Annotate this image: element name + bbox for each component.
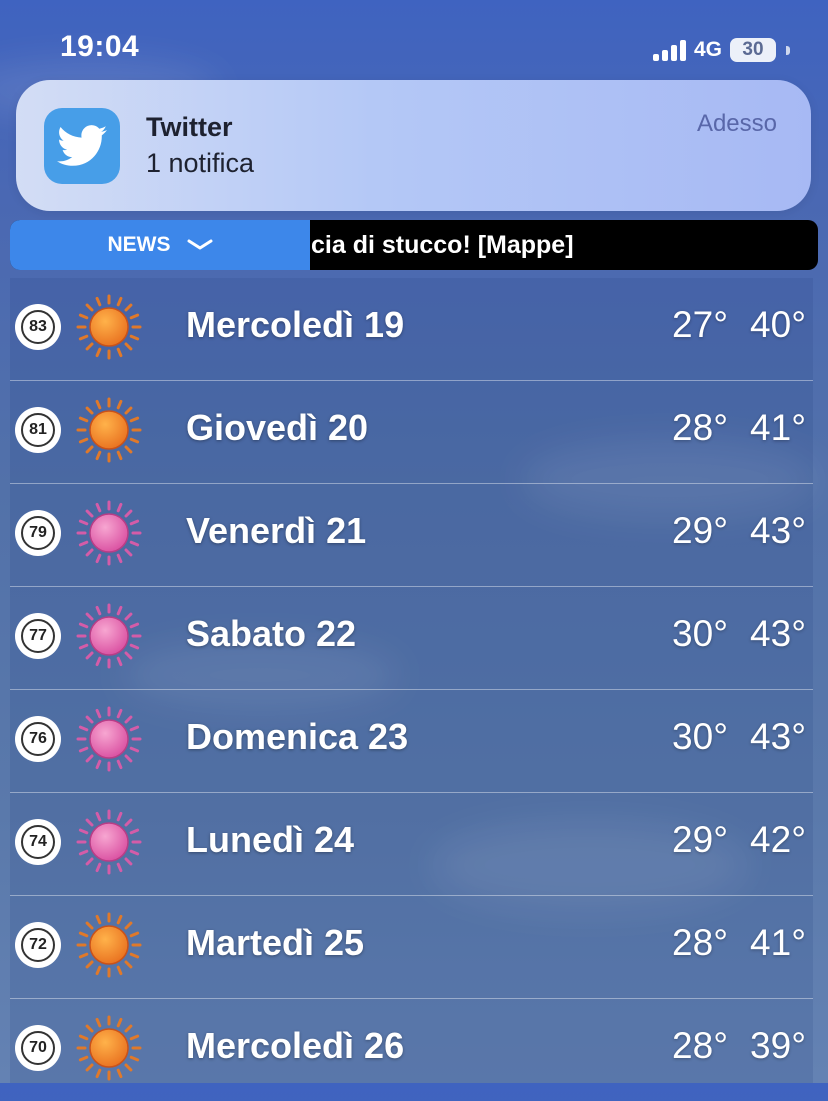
temp-low: 27° [672, 304, 728, 345]
uv-index-badge: 81 [15, 407, 61, 453]
forecast-temperatures: 28° 39° [650, 1025, 806, 1067]
sun-orange-icon [76, 1015, 142, 1081]
chevron-down-icon [187, 239, 212, 250]
battery-level: 30 [742, 39, 764, 60]
uv-index-badge: 77 [15, 613, 61, 659]
status-indicators: 4G 30 [652, 36, 790, 64]
uv-index-value: 77 [21, 619, 55, 653]
forecast-row[interactable]: 83 Mercoledì 19 27° 40° [10, 278, 813, 381]
temp-low: 29° [672, 819, 728, 860]
forecast-row[interactable]: 79 Venerdì 21 29° 43° [10, 484, 813, 587]
forecast-day: Venerdì 21 [186, 510, 367, 551]
notification-body: 1 notifica [146, 148, 255, 178]
status-time: 19:04 [60, 30, 140, 63]
temp-high: 42° [750, 819, 806, 860]
temp-high: 41° [750, 407, 806, 448]
temp-low: 30° [672, 613, 728, 654]
sun-pink-icon [76, 706, 142, 772]
forecast-day: Domenica 23 [186, 716, 409, 757]
forecast-temperatures: 29° 42° [650, 819, 806, 861]
temp-low: 30° [672, 716, 728, 757]
forecast-temperatures: 27° 40° [650, 304, 806, 346]
forecast-day: Martedì 25 [186, 922, 365, 963]
twitter-bird-icon [57, 125, 107, 166]
sun-pink-icon [76, 809, 142, 875]
uv-index-value: 70 [21, 1031, 55, 1065]
forecast-day: Mercoledì 19 [186, 304, 405, 345]
forecast-row[interactable]: 74 Lunedì 24 29° 42° [10, 793, 813, 896]
network-type: 4G [693, 38, 722, 61]
sun-orange-icon [76, 294, 142, 360]
uv-index-badge: 70 [15, 1025, 61, 1071]
forecast-day: Lunedì 24 [186, 819, 355, 860]
temp-high: 40° [750, 304, 806, 345]
twitter-app-icon [44, 108, 120, 184]
forecast-day: Giovedì 20 [186, 407, 369, 448]
temp-low: 28° [672, 407, 728, 448]
temp-low: 28° [672, 1025, 728, 1066]
sun-orange-icon [76, 397, 142, 463]
notification-banner[interactable]: Twitter 1 notifica Adesso [16, 80, 811, 211]
uv-index-value: 79 [21, 516, 55, 550]
uv-index-value: 83 [21, 310, 55, 344]
uv-index-badge: 72 [15, 922, 61, 968]
forecast-temperatures: 28° 41° [650, 922, 806, 964]
uv-index-badge: 79 [15, 510, 61, 556]
forecast-list: 83 Mercoledì 19 27° 40° 81 Giovedì 20 28… [10, 278, 813, 1083]
forecast-temperatures: 30° 43° [650, 716, 806, 758]
sun-pink-icon [76, 603, 142, 669]
temp-high: 43° [750, 510, 806, 551]
uv-index-value: 76 [21, 722, 55, 756]
battery-icon: 30 [730, 38, 776, 62]
forecast-temperatures: 29° 43° [650, 510, 806, 552]
news-button[interactable]: NEWS [10, 220, 310, 270]
temp-low: 28° [672, 922, 728, 963]
forecast-row[interactable]: 72 Martedì 25 28° 41° [10, 896, 813, 999]
forecast-row[interactable]: 77 Sabato 22 30° 43° [10, 587, 813, 690]
uv-index-value: 81 [21, 413, 55, 447]
news-button-label: NEWS [107, 233, 171, 256]
temp-high: 39° [750, 1025, 806, 1066]
uv-index-value: 74 [21, 825, 55, 859]
temp-high: 43° [750, 613, 806, 654]
sun-pink-icon [76, 500, 142, 566]
sun-orange-icon [76, 912, 142, 978]
news-ticker[interactable]: cia di stucco! [Mappe] NEWS [10, 220, 818, 270]
uv-index-badge: 83 [15, 304, 61, 350]
cellular-signal-icon [652, 39, 686, 61]
forecast-row[interactable]: 76 Domenica 23 30° 43° [10, 690, 813, 793]
uv-index-value: 72 [21, 928, 55, 962]
forecast-row[interactable]: 70 Mercoledì 26 28° 39° [10, 999, 813, 1101]
uv-index-badge: 76 [15, 716, 61, 762]
status-bar: 19:04 4G 30 [0, 0, 828, 80]
temp-low: 29° [672, 510, 728, 551]
uv-index-badge: 74 [15, 819, 61, 865]
forecast-row[interactable]: 81 Giovedì 20 28° 41° [10, 381, 813, 484]
forecast-day: Mercoledì 26 [186, 1025, 405, 1066]
temp-high: 41° [750, 922, 806, 963]
notification-app-name: Twitter [146, 112, 233, 142]
forecast-temperatures: 30° 43° [650, 613, 806, 655]
forecast-day: Sabato 22 [186, 613, 357, 654]
temp-high: 43° [750, 716, 806, 757]
forecast-temperatures: 28° 41° [650, 407, 806, 449]
ticker-headline[interactable]: cia di stucco! [Mappe] [311, 220, 574, 270]
notification-time: Adesso [696, 110, 777, 137]
battery-tip [786, 45, 790, 55]
